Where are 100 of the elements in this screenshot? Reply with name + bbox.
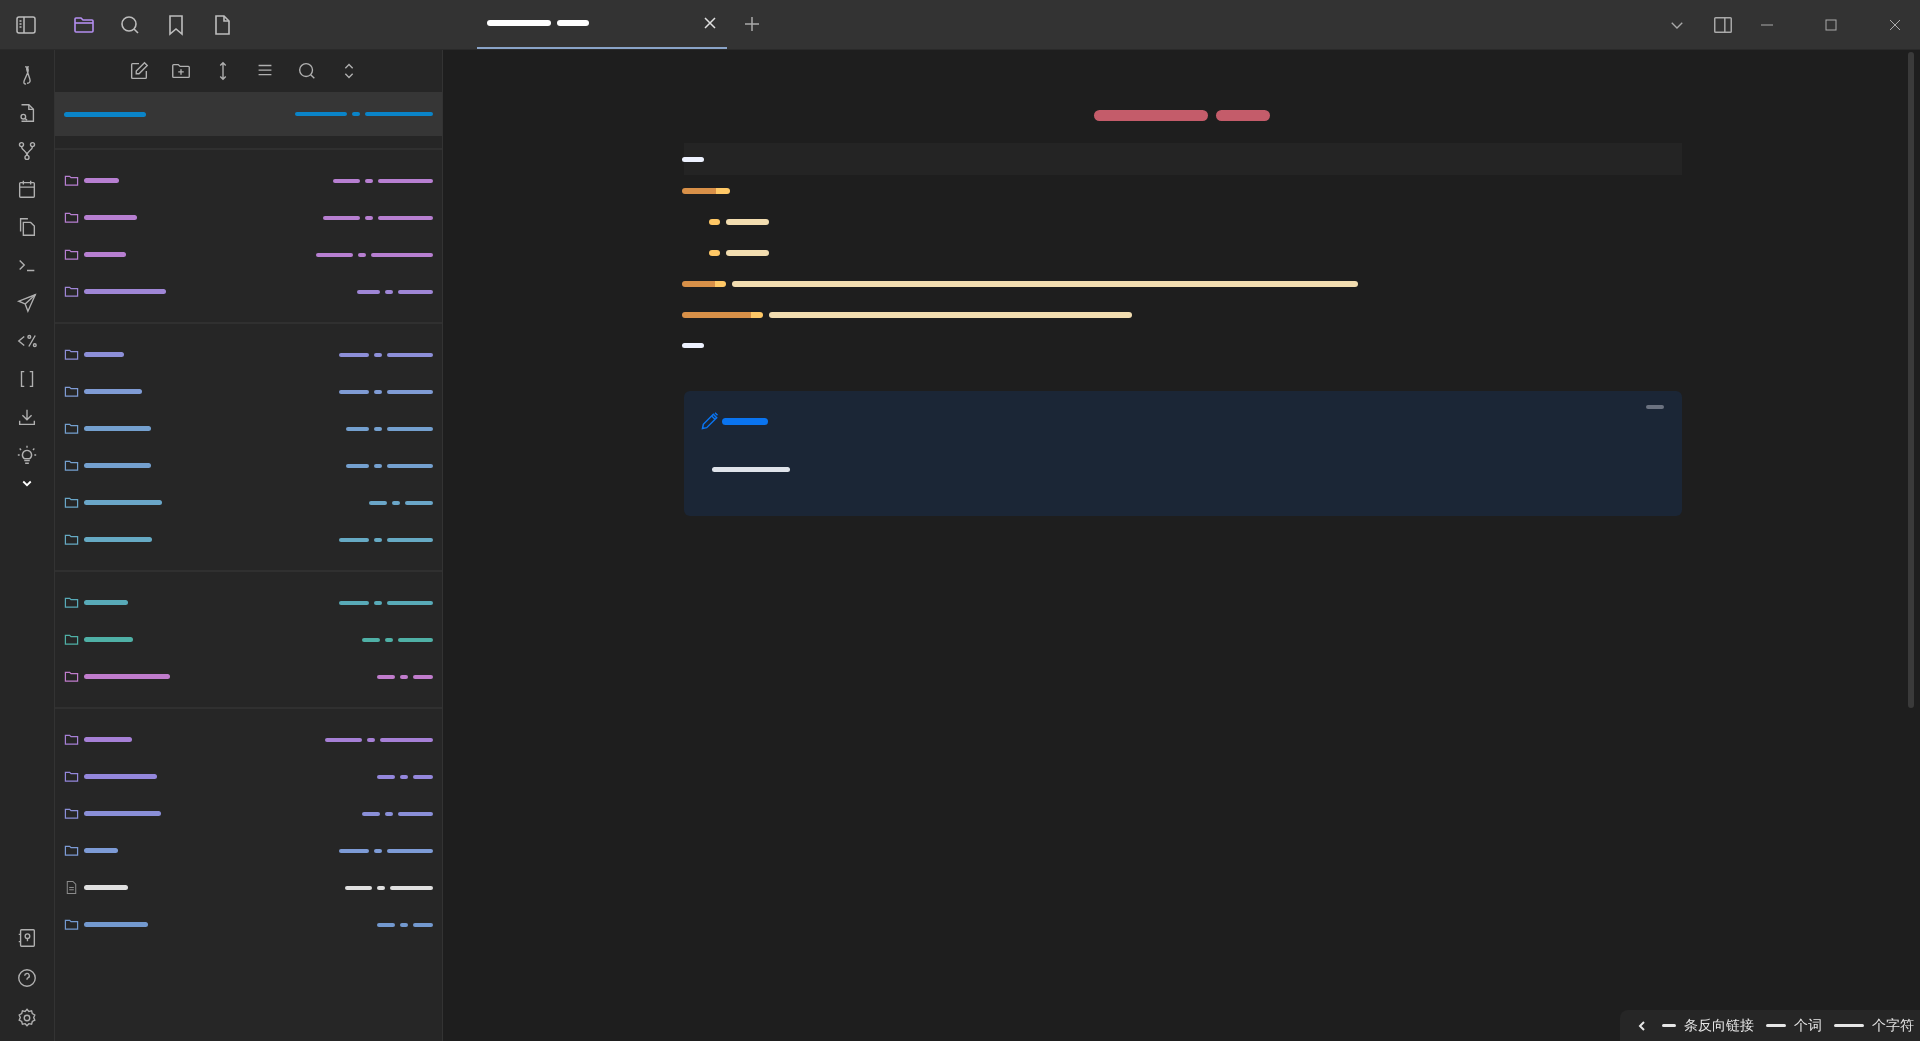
- redacted-time: [413, 922, 433, 927]
- folder-icon: [64, 806, 79, 821]
- folder-icon: [64, 595, 79, 610]
- redacted-name: [84, 737, 132, 742]
- redacted-separator: [400, 774, 408, 779]
- redacted-separator: [385, 811, 393, 816]
- redacted-date: [369, 500, 387, 505]
- status-label: 个词: [1794, 1016, 1822, 1035]
- redacted-date: [346, 463, 369, 468]
- redacted-date: [377, 922, 395, 927]
- redacted-time: [405, 500, 433, 505]
- redacted-separator: [374, 537, 382, 542]
- folder-icon: [64, 532, 79, 547]
- redacted-name: [84, 252, 126, 257]
- bullet-marker: [708, 218, 720, 225]
- scrollbar[interactable]: [1908, 52, 1914, 708]
- redacted-name: [84, 426, 151, 431]
- redacted-separator: [367, 737, 375, 742]
- redacted-time: [413, 774, 433, 779]
- redacted-separator: [392, 500, 400, 505]
- bullet-marker: [708, 249, 720, 256]
- redacted-name: [84, 215, 137, 220]
- new-tab-icon[interactable]: [743, 15, 761, 33]
- folder-icon: [64, 210, 79, 225]
- redacted-date: [345, 885, 372, 890]
- redacted-separator: [374, 600, 382, 605]
- redacted-separator: [377, 885, 385, 890]
- folder-icon: [64, 732, 79, 747]
- redacted-name: [84, 463, 151, 468]
- redacted-heading: [681, 280, 726, 287]
- redacted-time: [398, 637, 433, 642]
- redacted-time: [387, 463, 433, 468]
- send-icon[interactable]: [16, 292, 38, 314]
- folder-icon: [64, 173, 79, 188]
- redacted-date: [346, 426, 369, 431]
- redacted-separator: [365, 215, 373, 220]
- redacted-date: [325, 737, 362, 742]
- redacted-date: [339, 537, 369, 542]
- redacted-title: [1215, 110, 1270, 121]
- redacted-separator: [374, 426, 382, 431]
- redacted-separator: [385, 289, 393, 294]
- folder-icon: [64, 632, 79, 647]
- redacted-time: [387, 537, 433, 542]
- redacted-date: [339, 848, 369, 853]
- folder-icon: [64, 458, 79, 473]
- maximize-icon[interactable]: [1824, 17, 1838, 32]
- redacted-time: [413, 674, 433, 679]
- folder-icon: [64, 495, 79, 510]
- redacted-separator: [352, 112, 360, 116]
- redacted-name: [84, 922, 148, 927]
- redacted-separator: [400, 674, 408, 679]
- redacted-date: [339, 352, 369, 357]
- redacted-separator: [400, 922, 408, 927]
- settings-icon[interactable]: [16, 1007, 38, 1029]
- folder-icon: [64, 769, 79, 784]
- redacted-time: [387, 848, 433, 853]
- redacted-name: [84, 848, 118, 853]
- redacted-separator: [374, 463, 382, 468]
- redacted-tab-title: [487, 20, 551, 26]
- redacted-tab-title: [557, 20, 589, 26]
- status-label: 个字符: [1872, 1016, 1914, 1035]
- redacted-time: [378, 215, 433, 220]
- fold-handle[interactable]: [1645, 405, 1664, 409]
- chevron-left-icon[interactable]: [1636, 1019, 1648, 1032]
- help-icon[interactable]: [16, 967, 38, 989]
- redacted-name: [84, 352, 124, 357]
- redacted-separator: [374, 848, 382, 853]
- folder-icon: [64, 917, 79, 932]
- redacted-date: [377, 674, 395, 679]
- graph-icon[interactable]: [16, 140, 38, 162]
- redacted-time: [398, 811, 433, 816]
- status-label[interactable]: 条反向链接: [1684, 1015, 1754, 1036]
- close-icon[interactable]: [1888, 17, 1902, 32]
- redacted-time: [390, 885, 433, 890]
- redacted-separator: [365, 178, 373, 183]
- redacted-count: [1662, 1024, 1676, 1027]
- redacted-callout-title: [721, 417, 768, 425]
- lightbulb-icon[interactable]: [16, 444, 38, 466]
- redacted-name: [84, 537, 152, 542]
- folder-icon: [64, 284, 79, 299]
- redacted-count: [1834, 1024, 1864, 1027]
- redacted-time: [380, 737, 433, 742]
- calendar-icon[interactable]: [16, 178, 38, 200]
- redacted-count: [1766, 1024, 1786, 1027]
- folder-icon: [64, 247, 79, 262]
- redacted-time: [387, 426, 433, 431]
- redacted-time: [365, 112, 433, 116]
- redacted-date: [323, 215, 360, 220]
- redacted-time: [387, 600, 433, 605]
- redacted-time: [387, 389, 433, 394]
- folder-icon: [64, 384, 79, 399]
- redacted-name: [84, 178, 119, 183]
- close-icon[interactable]: [703, 16, 717, 30]
- redacted-separator: [385, 637, 393, 642]
- redacted-date: [362, 811, 380, 816]
- redacted-time: [378, 178, 433, 183]
- folder-icon: [64, 347, 79, 362]
- vault-icon[interactable]: [16, 927, 38, 949]
- file-icon: [64, 880, 79, 895]
- redacted-date: [333, 178, 360, 183]
